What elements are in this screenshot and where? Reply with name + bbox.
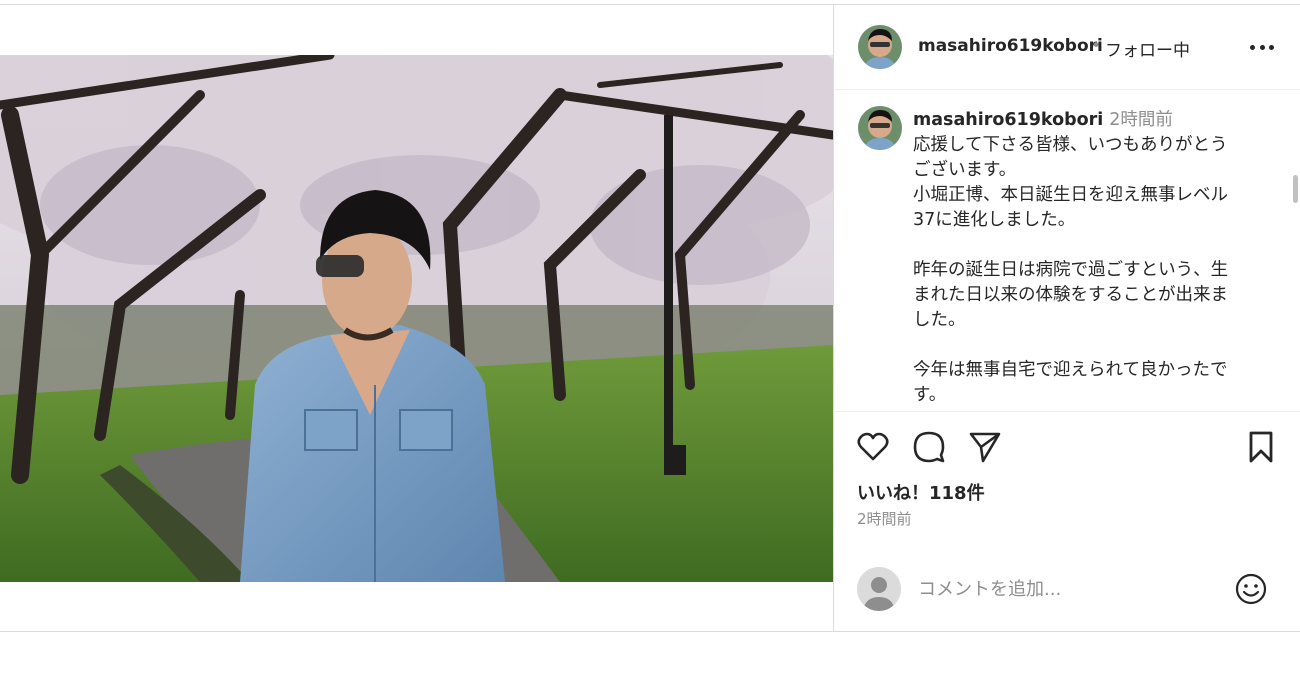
emoji-icon[interactable] bbox=[1234, 572, 1268, 606]
more-options-icon[interactable] bbox=[1244, 35, 1280, 59]
author-username[interactable]: masahiro619kobori bbox=[918, 36, 1103, 56]
caption-line: まれた日以来の体験をすることが出来ま bbox=[913, 285, 1228, 305]
caption-blank bbox=[913, 233, 1273, 258]
following-button[interactable]: フォロー中 bbox=[1105, 36, 1190, 61]
post-media bbox=[0, 5, 833, 631]
likes-count[interactable]: いいね！118件 bbox=[857, 479, 985, 505]
caption-line: した。 bbox=[913, 310, 966, 330]
post-header: masahiro619kobori • フォロー中 bbox=[834, 5, 1300, 90]
commenter-avatar bbox=[857, 567, 901, 611]
caption-line: 小堀正博、本日誕生日を迎え無事レベル bbox=[913, 185, 1228, 205]
bookmark-icon[interactable] bbox=[1244, 430, 1278, 464]
header-separator: • bbox=[1091, 36, 1102, 56]
caption-username[interactable]: masahiro619kobori bbox=[913, 110, 1103, 130]
heart-icon[interactable] bbox=[856, 430, 890, 464]
comment-icon[interactable] bbox=[912, 430, 946, 464]
caption-text: masahiro619kobori 2時間前 応援して下さる皆様、いつもありがとう… bbox=[913, 108, 1273, 408]
comment-input[interactable] bbox=[918, 575, 1218, 603]
author-avatar[interactable] bbox=[858, 25, 902, 69]
cherry-blossom-photo bbox=[0, 55, 833, 582]
caption-line: 応援して下さる皆様、いつもありがとう bbox=[913, 135, 1228, 155]
caption-avatar[interactable] bbox=[858, 106, 902, 150]
caption-line: 昨年の誕生日は病院で過ごすという、生 bbox=[913, 260, 1229, 280]
caption-line: ございます。 bbox=[913, 160, 1017, 180]
share-icon[interactable] bbox=[968, 430, 1002, 464]
caption-line: 今年は無事自宅で迎えられて良かったで bbox=[913, 360, 1228, 380]
caption-line: 37に進化しました。 bbox=[913, 210, 1076, 230]
caption-area: masahiro619kobori 2時間前 応援して下さる皆様、いつもありがとう… bbox=[834, 90, 1300, 412]
actions-divider bbox=[834, 411, 1300, 412]
posted-time[interactable]: 2時間前 bbox=[857, 508, 912, 529]
caption-blank bbox=[913, 333, 1273, 358]
post-photo[interactable] bbox=[0, 55, 833, 582]
caption-scrollbar[interactable] bbox=[1293, 175, 1298, 203]
bottom-divider bbox=[0, 631, 1300, 632]
caption-time: 2時間前 bbox=[1109, 110, 1173, 130]
caption-line: す。 bbox=[913, 385, 947, 405]
post-side-panel: masahiro619kobori • フォロー中 masahiro619kob… bbox=[833, 5, 1300, 631]
